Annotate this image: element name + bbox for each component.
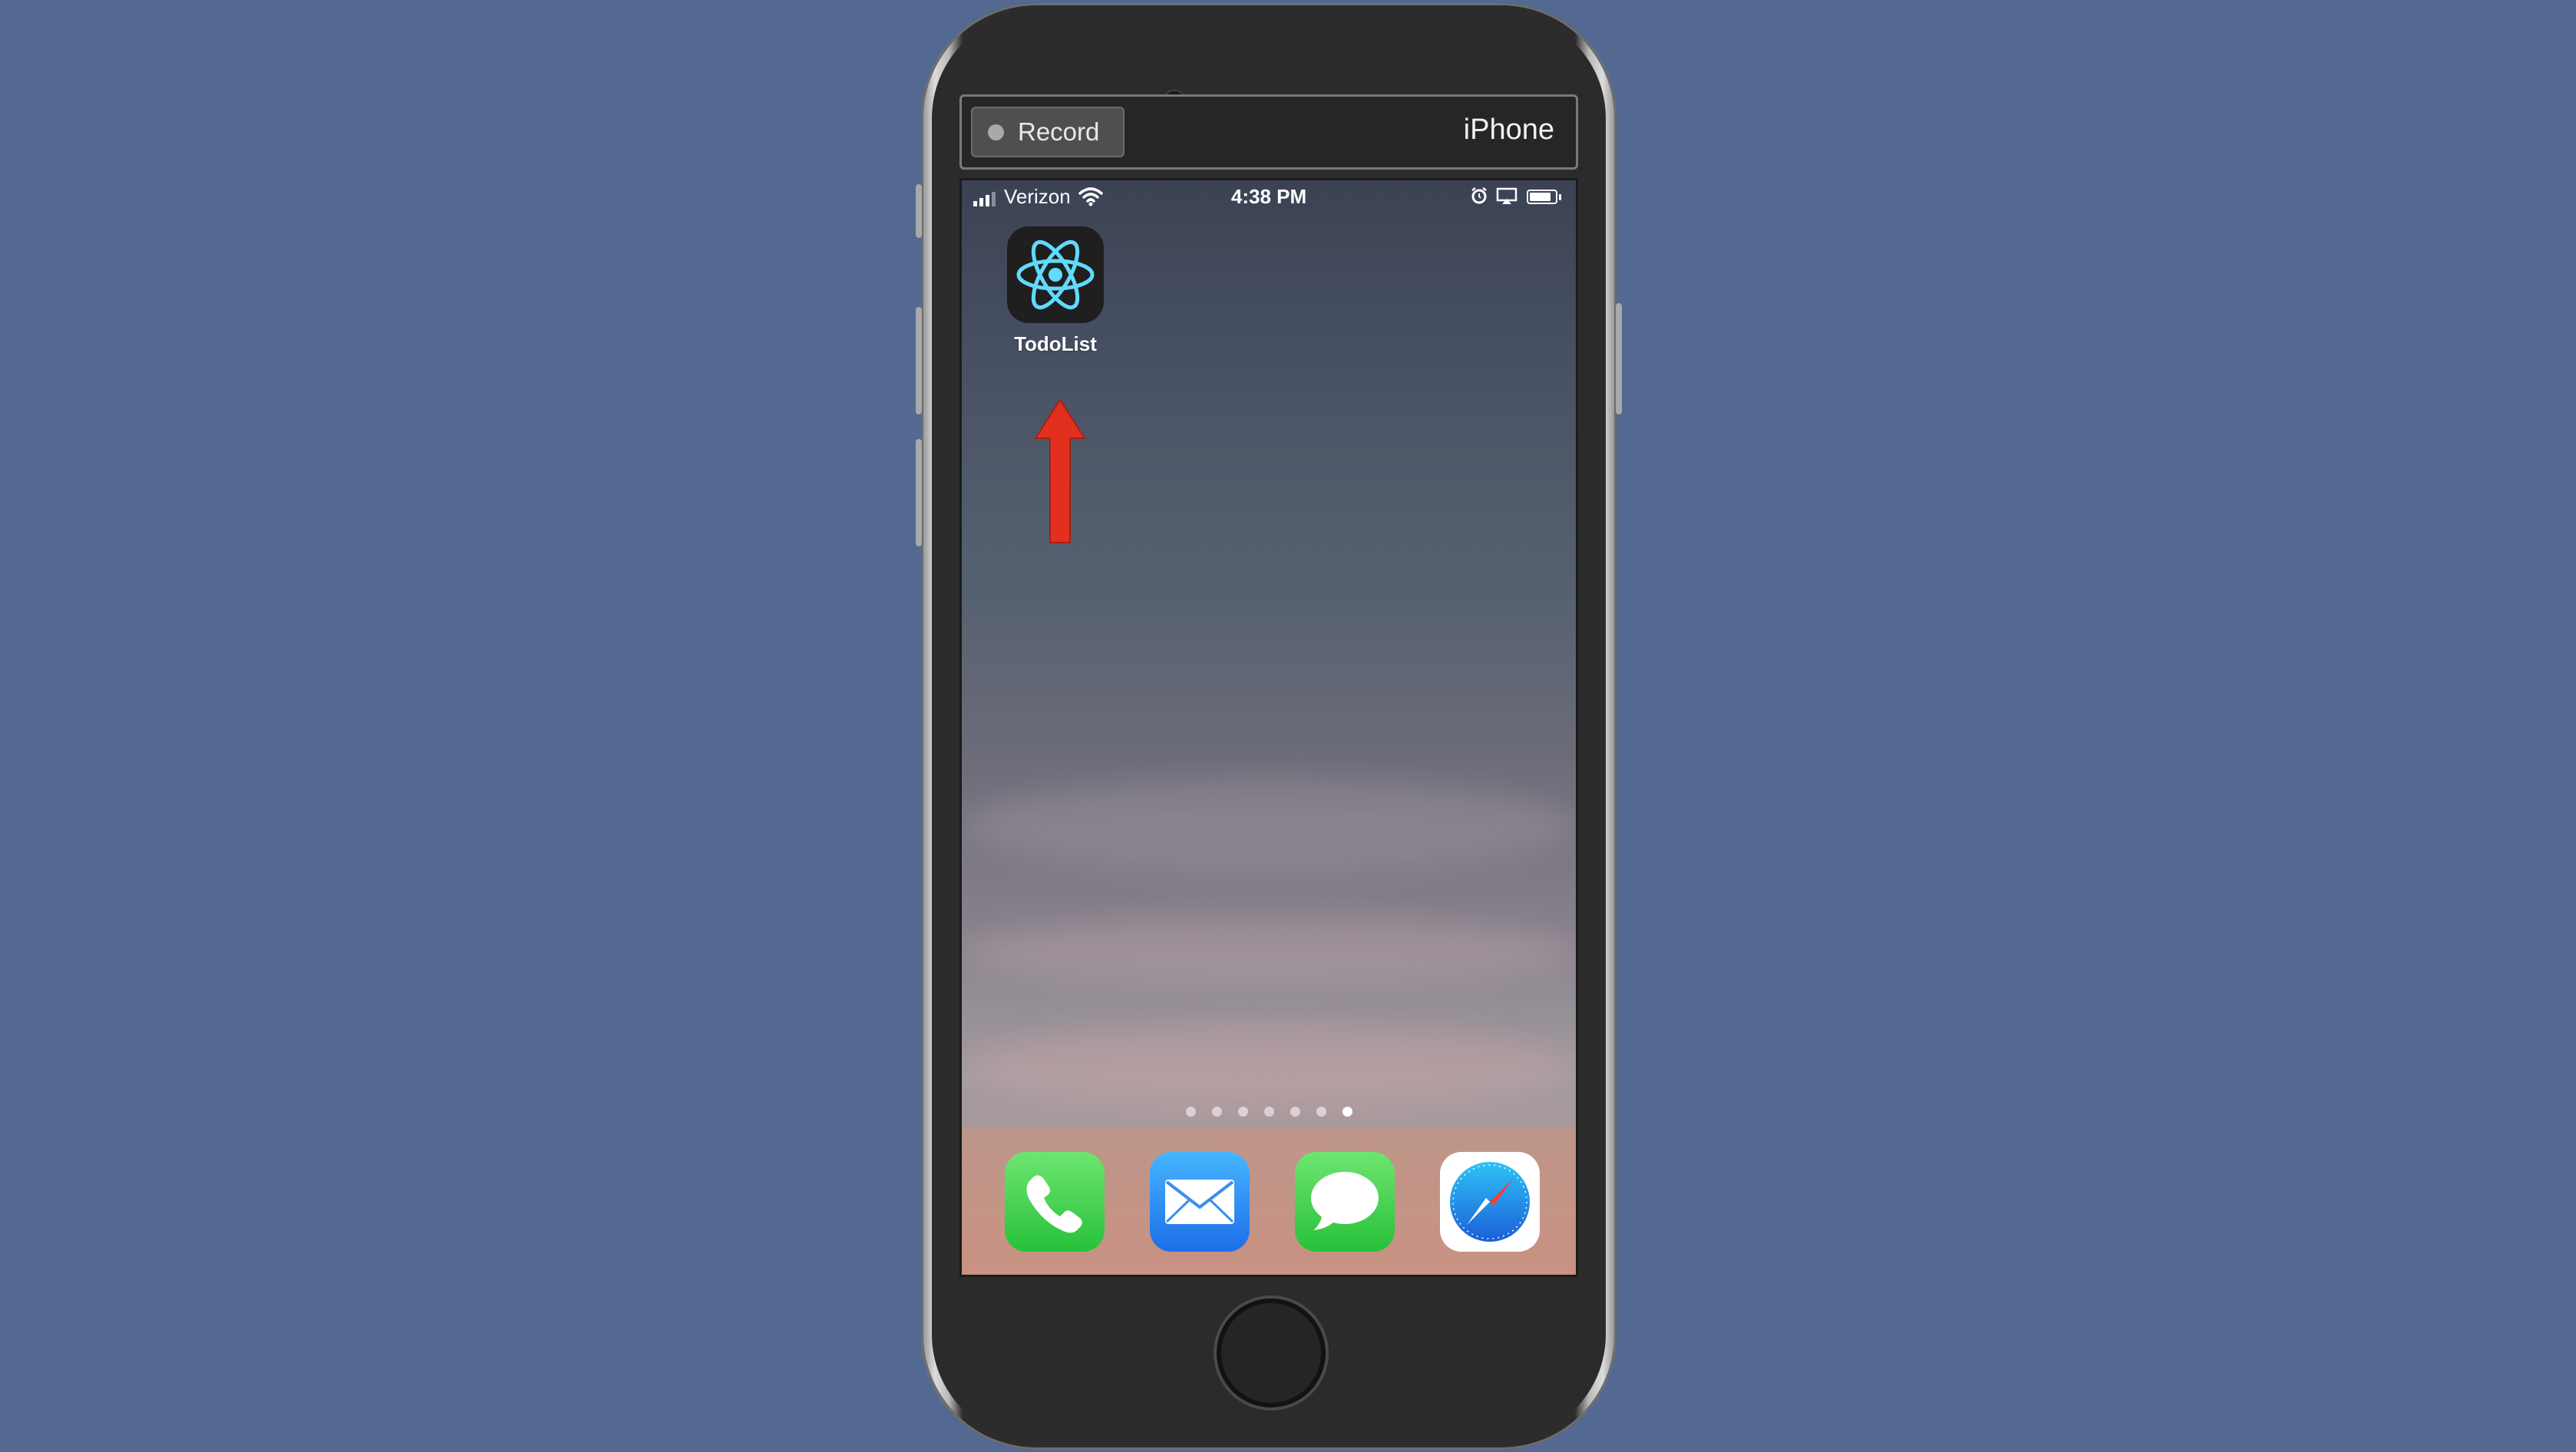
home-button[interactable]	[1217, 1299, 1326, 1407]
wallpaper-cloud	[962, 1025, 1576, 1109]
device-name: iPhone	[1463, 114, 1554, 146]
wallpaper-cloud	[962, 917, 1576, 986]
app-label: TodoList	[1014, 332, 1097, 355]
safari-icon	[1450, 1162, 1530, 1242]
app-todolist[interactable]: TodoList	[1005, 226, 1106, 356]
record-label: Record	[1018, 117, 1100, 146]
battery-icon	[1527, 190, 1557, 204]
page-dot	[1342, 1107, 1352, 1117]
dock-app-safari[interactable]	[1440, 1152, 1540, 1252]
mute-switch	[916, 184, 922, 238]
messages-icon	[1311, 1172, 1379, 1230]
phone-screen: Verizon 4:38 PM TodoList	[959, 178, 1578, 1277]
dock	[962, 1127, 1576, 1275]
annotation-arrow-up-icon	[1034, 398, 1086, 543]
dock-app-phone[interactable]	[1005, 1152, 1105, 1252]
simulator-toolbar: Record iPhone	[959, 94, 1578, 170]
battery-tip	[1559, 194, 1561, 200]
record-button[interactable]: Record	[971, 107, 1125, 157]
screen-mirroring-icon	[1496, 187, 1518, 204]
page-dot	[1211, 1107, 1222, 1117]
react-atom-icon	[1007, 226, 1104, 323]
page-indicator[interactable]	[962, 1107, 1576, 1117]
dock-app-messages[interactable]	[1295, 1152, 1395, 1252]
phone-icon	[1026, 1175, 1082, 1233]
page-dot	[1237, 1107, 1248, 1117]
battery-level	[1530, 193, 1551, 201]
record-dot-icon	[988, 124, 1004, 140]
volume-up-button	[916, 307, 922, 414]
power-button	[1616, 303, 1622, 414]
alarm-icon	[1471, 187, 1487, 204]
status-bar: Verizon 4:38 PM	[962, 180, 1576, 214]
page-dot	[1185, 1107, 1196, 1117]
page-dot	[1316, 1107, 1326, 1117]
dock-app-mail[interactable]	[1150, 1152, 1250, 1252]
mail-icon	[1165, 1180, 1234, 1224]
wallpaper-cloud	[962, 779, 1576, 871]
volume-down-button	[916, 439, 922, 546]
page-dot	[1290, 1107, 1300, 1117]
page-dot	[1263, 1107, 1274, 1117]
